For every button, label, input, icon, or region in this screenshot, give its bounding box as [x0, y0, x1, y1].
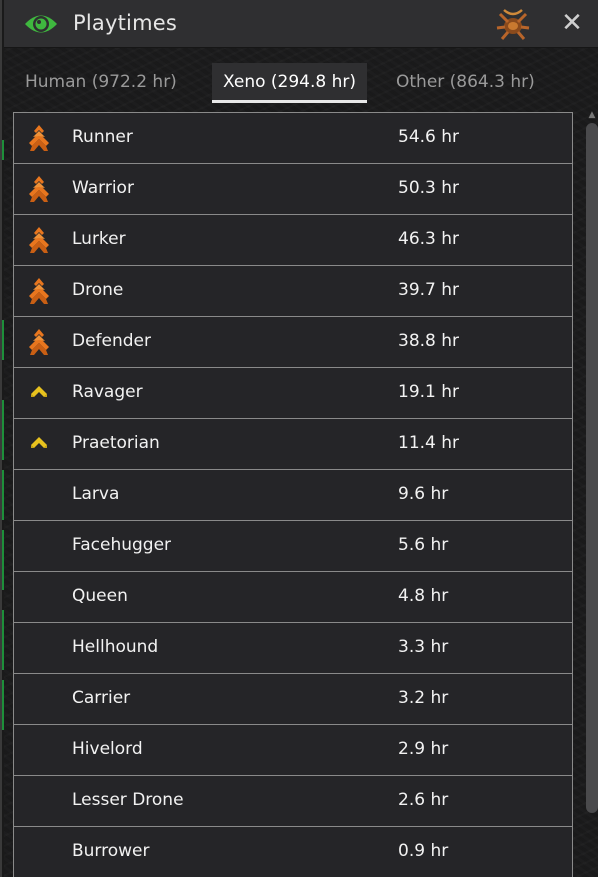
role-name: Drone — [72, 280, 124, 300]
playtime-value: 46.3 hr — [398, 229, 460, 249]
table-row: Larva 9.6 hr — [13, 470, 573, 521]
role-name: Lurker — [72, 229, 126, 249]
playtime-value: 5.6 hr — [398, 535, 449, 555]
role-name: Hellhound — [72, 637, 159, 657]
role-name: Hivelord — [72, 739, 143, 759]
tab-xeno[interactable]: Xeno (294.8 hr) — [212, 63, 368, 103]
role-name: Defender — [72, 331, 152, 351]
role-name: Carrier — [72, 688, 131, 708]
xeno-logo-icon — [496, 9, 530, 40]
table-row: Praetorian 11.4 hr — [13, 419, 573, 470]
table-row: Lesser Drone 2.6 hr — [13, 776, 573, 827]
role-name: Praetorian — [72, 433, 160, 453]
table-row: Burrower 0.9 hr — [13, 827, 573, 877]
window-title: Playtimes — [73, 11, 177, 35]
title-bar[interactable]: Playtimes ✕ — [4, 0, 598, 48]
playtime-value: 54.6 hr — [398, 127, 460, 147]
role-name: Queen — [72, 586, 128, 606]
playtime-value: 50.3 hr — [398, 178, 460, 198]
role-name: Warrior — [72, 178, 134, 198]
scroll-up-icon[interactable]: ▲ — [586, 110, 598, 120]
table-row: Carrier 3.2 hr — [13, 674, 573, 725]
table-row: Hivelord 2.9 hr — [13, 725, 573, 776]
table-row: Lurker 46.3 hr — [13, 215, 573, 266]
role-name: Lesser Drone — [72, 790, 184, 810]
orange-chevron-rank-icon — [29, 176, 49, 202]
table-row: Warrior 50.3 hr — [13, 164, 573, 215]
playtime-value: 39.7 hr — [398, 280, 460, 300]
window-content: Human (972.2 hr) Xeno (294.8 hr) Other (… — [4, 48, 598, 877]
playtime-value: 9.6 hr — [398, 484, 449, 504]
eye-icon — [25, 15, 57, 33]
orange-chevron-rank-icon — [29, 227, 49, 253]
role-name: Burrower — [72, 841, 150, 861]
playtime-value: 3.3 hr — [398, 637, 449, 657]
tab-other[interactable]: Other (864.3 hr) — [385, 63, 546, 101]
role-name: Runner — [72, 127, 133, 147]
orange-chevron-rank-icon — [29, 125, 49, 151]
role-name: Facehugger — [72, 535, 172, 555]
role-name: Ravager — [72, 382, 143, 402]
yellow-chevron-rank-icon — [31, 437, 47, 448]
tab-bar: Human (972.2 hr) Xeno (294.8 hr) Other (… — [14, 63, 586, 103]
table-row: Ravager 19.1 hr — [13, 368, 573, 419]
orange-chevron-rank-icon — [29, 329, 49, 355]
role-name: Larva — [72, 484, 120, 504]
playtime-value: 19.1 hr — [398, 382, 460, 402]
playtimes-window: Playtimes ✕ Human (972.2 hr) Xeno (294.8… — [0, 0, 598, 877]
table-row: Queen 4.8 hr — [13, 572, 573, 623]
table-row: Hellhound 3.3 hr — [13, 623, 573, 674]
playtime-value: 4.8 hr — [398, 586, 449, 606]
playtime-table: Runner 54.6 hr Warrior 50.3 hr Lurker 46.3 … — [13, 112, 573, 877]
yellow-chevron-rank-icon — [31, 386, 47, 397]
playtime-value: 11.4 hr — [398, 433, 460, 453]
orange-chevron-rank-icon — [29, 278, 49, 304]
playtime-value: 2.9 hr — [398, 739, 449, 759]
playtime-value: 38.8 hr — [398, 331, 460, 351]
table-row: Runner 54.6 hr — [13, 113, 573, 164]
close-icon[interactable]: ✕ — [560, 10, 584, 36]
playtime-value: 2.6 hr — [398, 790, 449, 810]
table-row: Defender 38.8 hr — [13, 317, 573, 368]
scrollbar-thumb[interactable] — [586, 123, 598, 813]
tab-human[interactable]: Human (972.2 hr) — [14, 63, 188, 101]
playtime-value: 3.2 hr — [398, 688, 449, 708]
playtime-value: 0.9 hr — [398, 841, 449, 861]
table-row: Drone 39.7 hr — [13, 266, 573, 317]
table-row: Facehugger 5.6 hr — [13, 521, 573, 572]
